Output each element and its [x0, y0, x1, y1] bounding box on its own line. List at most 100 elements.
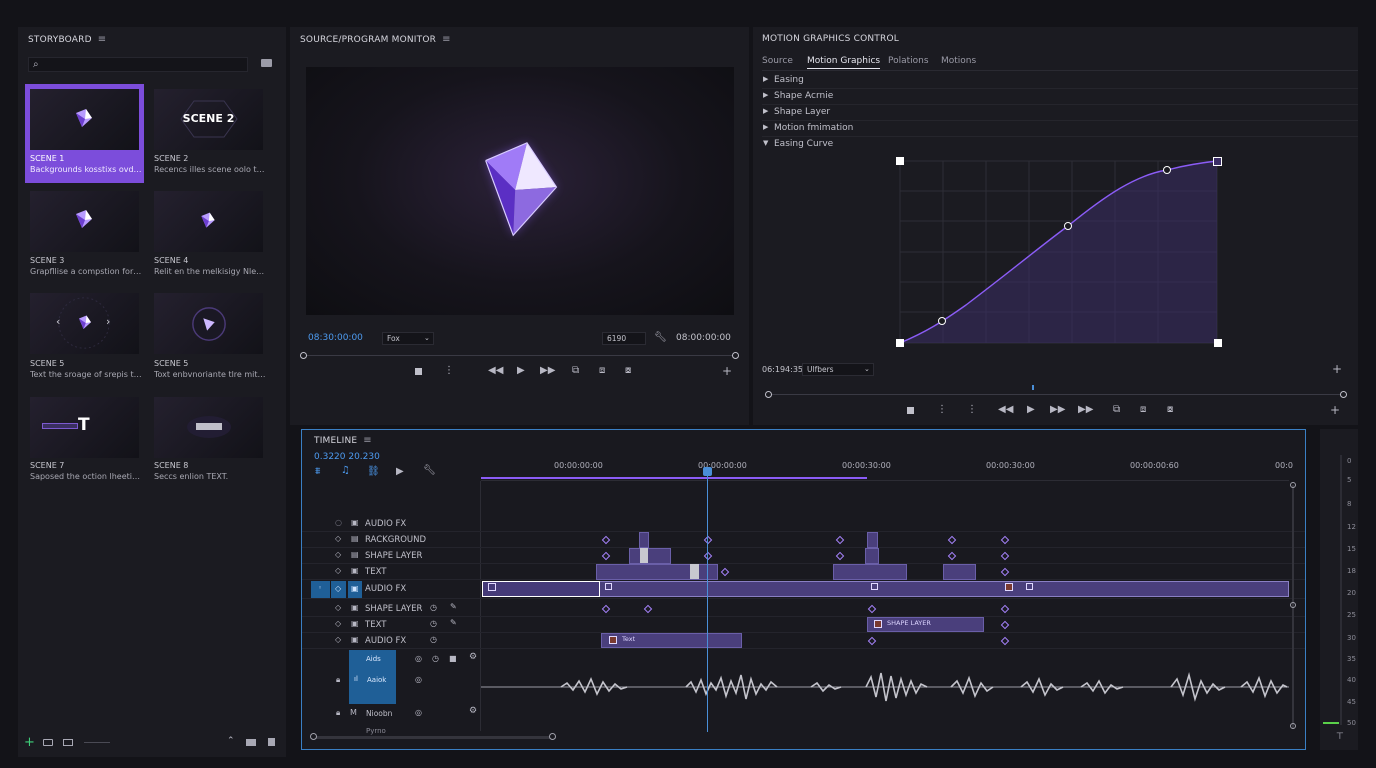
add-icon[interactable]: +	[1332, 363, 1342, 375]
clock-icon[interactable]: ◷	[430, 620, 437, 628]
fast-forward-icon[interactable]: ▶▶	[540, 366, 555, 376]
scene-thumbnail[interactable]	[154, 191, 263, 252]
export-frame-icon[interactable]: ⧇	[625, 366, 631, 376]
more-vertical-icon[interactable]: ⋮	[967, 405, 977, 415]
program-preview[interactable]	[306, 67, 734, 315]
work-area-bar[interactable]	[481, 477, 867, 479]
clip-block[interactable]	[596, 564, 718, 580]
accordion-easing-curve[interactable]: ▼ Easing Curve	[762, 137, 1358, 153]
accordion-shape-layer[interactable]: ▶ Shape Layer	[762, 105, 1358, 121]
audio-fx-clip-selected[interactable]	[482, 581, 600, 597]
clip-block[interactable]	[629, 548, 671, 564]
accordion-shape-acrnie[interactable]: ▶ Shape Acrnie	[762, 89, 1358, 105]
rewind-icon[interactable]: ◀◀	[998, 405, 1013, 415]
resize-icon[interactable]: ⊤	[1336, 733, 1344, 742]
scene-thumbnail[interactable]	[154, 293, 263, 354]
panel-menu-icon[interactable]: ≡	[363, 435, 372, 446]
timeline-timecode[interactable]: 0.3220 20.230	[314, 452, 380, 462]
motion-scrubber[interactable]	[768, 394, 1344, 395]
folder-icon[interactable]	[261, 59, 272, 67]
more-vertical-icon[interactable]: ⋮	[937, 405, 947, 415]
panel-menu-icon[interactable]: ≡	[98, 34, 107, 45]
scrubber-end-handle[interactable]	[1340, 391, 1347, 398]
settings-icon[interactable]: ⚙︎	[469, 653, 477, 662]
mute-icon[interactable]: M	[350, 709, 357, 717]
add-icon[interactable]: +	[24, 736, 35, 749]
lock-icon[interactable]: 🔒︎	[336, 676, 340, 684]
folder-icon[interactable]: ▤	[351, 551, 359, 559]
curve-point[interactable]	[1163, 166, 1171, 174]
audio-fx-clip[interactable]	[482, 581, 1289, 597]
rewind-icon[interactable]: ◀◀	[488, 366, 503, 376]
pen-icon[interactable]: ✎	[450, 603, 457, 611]
curve-handle-bottom-right[interactable]	[1214, 339, 1222, 347]
scroll-handle[interactable]	[1290, 723, 1296, 729]
zoom-handle[interactable]	[310, 733, 317, 740]
scrubber-end-handle[interactable]	[732, 352, 739, 359]
layer-icon[interactable]: ▣	[351, 604, 359, 612]
panel-menu-icon[interactable]: ≡	[442, 34, 451, 45]
link-icon[interactable]: ⛓︎	[367, 467, 380, 477]
pen-icon[interactable]: ✎	[450, 619, 457, 627]
keyframe-toggle-icon[interactable]: ◇	[335, 620, 341, 628]
insert-icon[interactable]: ⧉	[1113, 405, 1120, 415]
scene-thumbnail[interactable]	[154, 397, 263, 458]
clip-block[interactable]	[943, 564, 976, 580]
folder-icon[interactable]	[246, 739, 256, 746]
clip-block[interactable]	[867, 532, 878, 548]
playhead-line[interactable]	[707, 476, 708, 732]
scene-thumbnail[interactable]: SCENE 2	[154, 89, 263, 150]
scroll-handle[interactable]	[1290, 482, 1296, 488]
clock-icon[interactable]: ◷	[432, 655, 439, 663]
clock-icon[interactable]: ◷	[430, 604, 437, 612]
scene-thumbnail[interactable]	[30, 191, 139, 252]
curve-handle-start[interactable]	[896, 339, 904, 347]
keyframe-toggle-icon[interactable]: ◇	[335, 551, 341, 559]
tab-polations[interactable]: Polations	[888, 56, 929, 66]
add-icon[interactable]: +	[722, 365, 732, 377]
timecode-current[interactable]: 08:30:00:00	[308, 333, 363, 343]
motion-playhead-marker[interactable]	[1032, 385, 1034, 390]
layer-icon[interactable]: ▣	[351, 636, 359, 644]
keyframe-toggle-icon[interactable]: ◇	[335, 567, 341, 575]
layer-icon[interactable]: ▣	[351, 519, 359, 527]
music-note-icon[interactable]: ♫	[341, 466, 350, 476]
eye-icon[interactable]: ○	[335, 519, 342, 527]
storyboard-zoom-slider[interactable]	[84, 742, 110, 743]
horizontal-scrollbar[interactable]	[312, 736, 556, 739]
eye-icon[interactable]: ◎	[415, 709, 422, 717]
zoom-handle[interactable]	[549, 733, 556, 740]
curve-handle-end[interactable]	[1213, 157, 1222, 166]
tab-motion-graphics[interactable]: Motion Graphics	[807, 56, 881, 69]
camera-icon[interactable]	[43, 739, 53, 746]
motion-dropdown[interactable]: Ulfbers ⌄	[802, 363, 874, 376]
insert-icon[interactable]: ⧉	[572, 366, 579, 376]
curve-point[interactable]	[938, 317, 946, 325]
tab-motions[interactable]: Motions	[941, 56, 976, 66]
play-icon[interactable]: ▶	[1027, 405, 1035, 415]
settings-icon[interactable]: ⚙︎	[469, 707, 477, 716]
storyboard-search[interactable]: ⌕	[28, 57, 248, 72]
export-frame-icon[interactable]: ⧇	[1167, 405, 1173, 415]
accordion-motion-animation[interactable]: ▶ Motion fmimation	[762, 121, 1358, 137]
square-icon[interactable]: ■	[449, 655, 457, 663]
layer-icon[interactable]: ▣	[351, 620, 359, 628]
scrubber-start-handle[interactable]	[300, 352, 307, 359]
clip-handle[interactable]	[640, 548, 648, 563]
step-forward-icon[interactable]: ▶▶	[1078, 405, 1093, 415]
more-vertical-icon[interactable]: ⋮	[444, 366, 454, 376]
clip-handle[interactable]	[690, 564, 699, 579]
chevron-up-icon[interactable]: ⌃	[227, 737, 235, 746]
layer-icon[interactable]: ▣	[351, 567, 359, 575]
curve-point[interactable]	[1064, 222, 1072, 230]
tab-source[interactable]: Source	[762, 56, 793, 66]
play-icon[interactable]: ▶	[517, 366, 525, 376]
eye-icon[interactable]: ◎	[415, 655, 422, 663]
scrubber-start-handle[interactable]	[765, 391, 772, 398]
playhead-head[interactable]	[703, 467, 712, 476]
play-icon[interactable]: ▶	[396, 467, 404, 477]
snap-icon[interactable]: ⩩	[315, 467, 320, 477]
image-icon[interactable]	[63, 739, 73, 746]
resolution-field[interactable]: 6190	[602, 332, 646, 345]
search-input[interactable]	[45, 59, 245, 70]
